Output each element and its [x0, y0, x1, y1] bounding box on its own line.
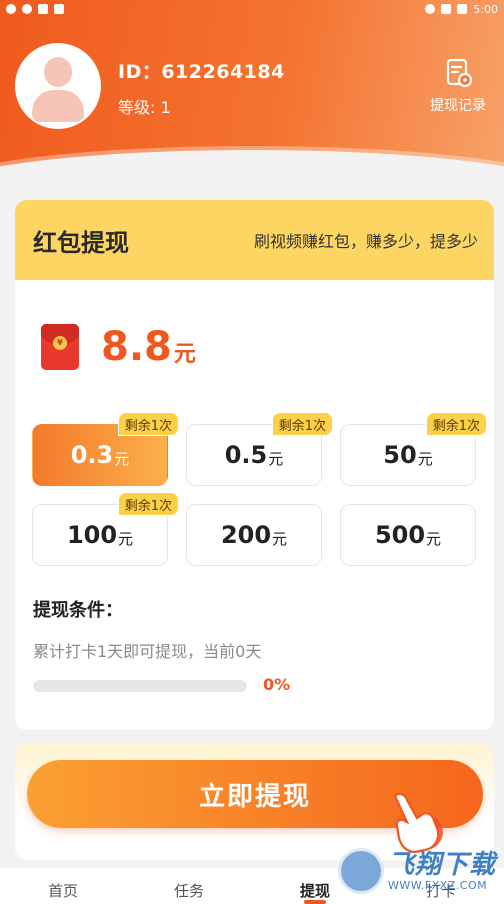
user-level: 等级: 1	[118, 98, 171, 117]
amount-value: 0.3	[70, 441, 114, 469]
watermark: 飞翔下载 WWW.FXXZ.COM	[338, 842, 498, 900]
amount-value: 0.5	[224, 441, 268, 469]
condition-progress-bar	[33, 680, 247, 692]
card-title: 红包提现	[33, 228, 129, 257]
amount-option[interactable]: 200 元	[186, 504, 322, 566]
remaining-badge: 剩余1次	[117, 412, 179, 436]
status-time: 5:00	[473, 2, 498, 16]
avatar[interactable]	[15, 43, 101, 129]
qq-notification-icon	[6, 4, 16, 14]
amount-options: 0.3 元 剩余1次 0.5 元 剩余1次 50 元 剩余1次 100 元 剩余…	[32, 412, 487, 566]
app-notification-icon	[54, 4, 64, 14]
amount-value: 500	[374, 521, 426, 549]
avatar-head-shape	[44, 57, 72, 87]
amount-value: 50	[383, 441, 417, 469]
amount-unit: 元	[426, 529, 442, 548]
withdraw-record-button[interactable]: 提现记录	[420, 58, 496, 124]
amount-unit: 元	[268, 449, 284, 468]
remaining-badge: 剩余1次	[271, 412, 333, 436]
watermark-logo-icon	[338, 848, 384, 894]
amount-unit: 元	[118, 529, 134, 548]
avatar-body-shape	[32, 90, 84, 122]
balance-unit: 元	[173, 342, 196, 367]
watermark-url: WWW.FXXZ.COM	[388, 878, 488, 892]
amount-option[interactable]: 0.5 元 剩余1次	[186, 412, 333, 486]
tab-tasks[interactable]: 任务	[126, 868, 252, 904]
amount-option[interactable]: 0.3 元 剩余1次	[32, 412, 179, 486]
amount-option[interactable]: 50 元 剩余1次	[340, 412, 487, 486]
app-notification-icon	[38, 4, 48, 14]
red-envelope-icon: ¥	[41, 324, 79, 370]
amount-value: 200	[220, 521, 272, 549]
card-slogan: 刷视频赚红包，赚多少，提多少	[253, 232, 478, 251]
amount-unit: 元	[272, 529, 288, 548]
qq-notification-icon	[22, 4, 32, 14]
amount-option[interactable]: 100 元 剩余1次	[32, 492, 179, 566]
withdraw-record-label: 提现记录	[430, 98, 486, 114]
amount-value: 100	[66, 521, 118, 549]
balance-value: 8.8	[101, 324, 172, 370]
condition-description: 累计打卡1天即可提现，当前0天	[33, 642, 262, 661]
condition-title: 提现条件：	[33, 600, 123, 621]
condition-progress-label: 0%	[263, 675, 291, 694]
amount-unit: 元	[417, 449, 433, 468]
battery-icon	[457, 4, 468, 14]
amount-unit: 元	[114, 449, 130, 468]
withdraw-record-icon	[446, 58, 473, 88]
signal-icon	[441, 4, 452, 14]
remaining-badge: 剩余1次	[425, 412, 487, 436]
watermark-name: 飞翔下载	[388, 849, 497, 880]
status-bar-system: 5:00	[425, 3, 498, 16]
yen-coin-icon: ¥	[53, 336, 67, 350]
withdraw-card-header: 红包提现 刷视频赚红包，赚多少，提多少	[15, 200, 494, 280]
header-wave	[0, 150, 504, 192]
status-bar: 5:00	[0, 0, 504, 18]
watermark-text: 飞翔下载 WWW.FXXZ.COM	[388, 851, 496, 892]
wifi-icon	[425, 4, 436, 14]
withdraw-card: 红包提现 刷视频赚红包，赚多少，提多少 ¥ 8.8 元 0.3 元 剩余1次 0…	[15, 200, 494, 730]
tab-home[interactable]: 首页	[0, 868, 126, 904]
remaining-badge: 剩余1次	[117, 492, 179, 516]
status-bar-notifications	[6, 4, 64, 14]
balance: ¥ 8.8 元	[41, 324, 196, 370]
amount-option[interactable]: 500 元	[340, 504, 476, 566]
user-id: ID：612264184	[118, 61, 285, 83]
